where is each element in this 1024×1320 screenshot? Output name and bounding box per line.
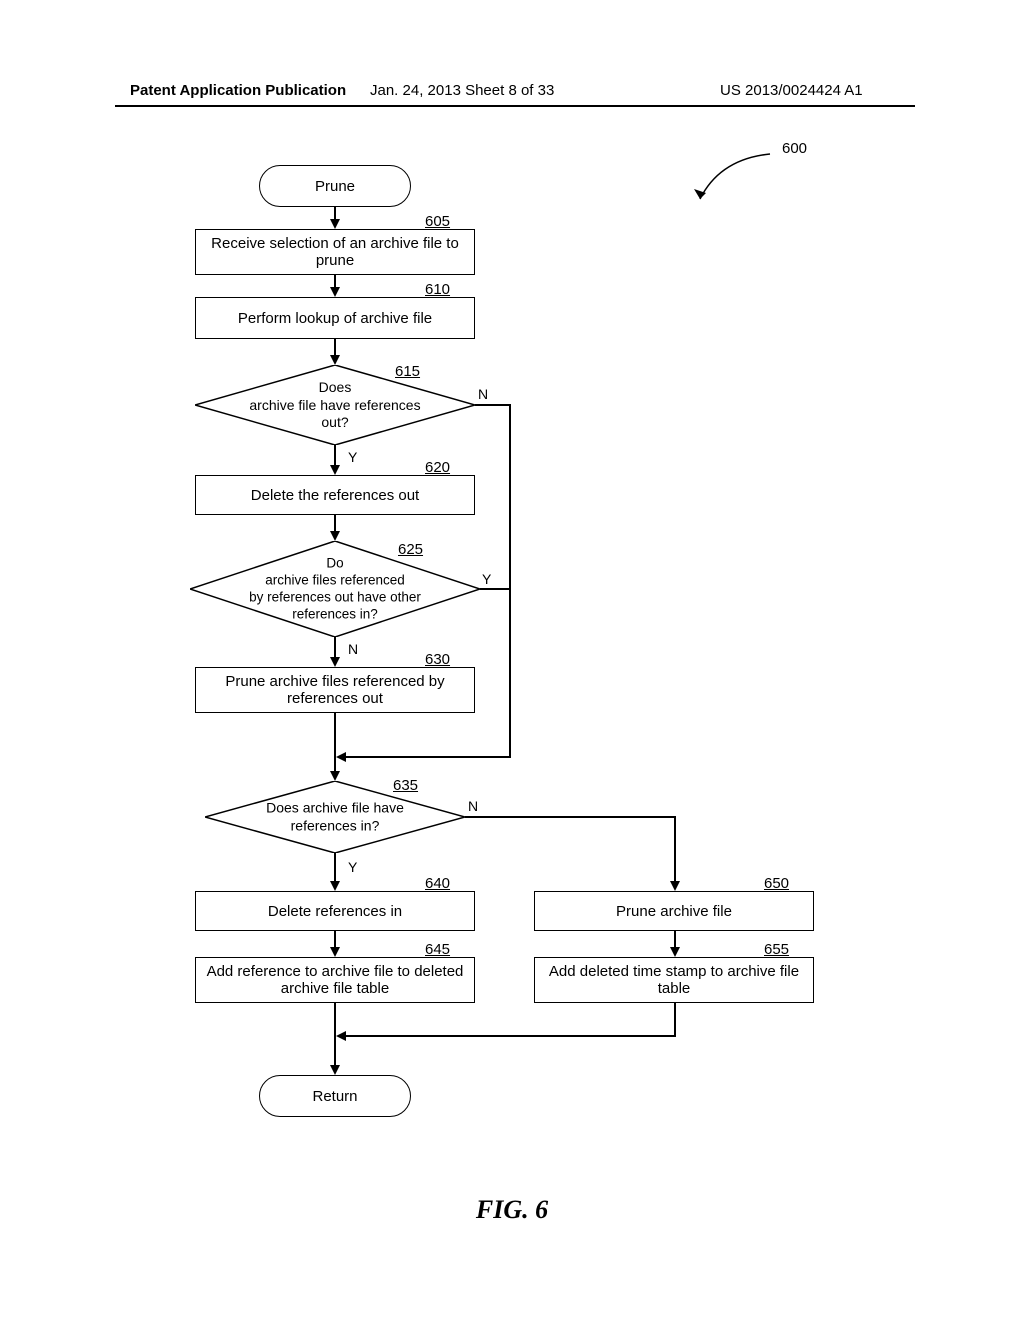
d625-l2: archive files referenced	[265, 572, 405, 587]
ref-610: 610	[425, 281, 450, 298]
d635-l1: Does archive file have	[266, 800, 404, 816]
process-620-text: Delete the references out	[251, 487, 419, 504]
ref-625: 625	[398, 541, 423, 558]
ref-620: 620	[425, 459, 450, 476]
ref-600: 600	[782, 140, 807, 157]
arrow	[345, 756, 511, 758]
arrow-head-icon	[330, 355, 340, 365]
arrow	[334, 853, 336, 883]
d615-l2: archive file have references	[249, 396, 420, 412]
process-630-text: Prune archive files referenced by refere…	[204, 673, 466, 707]
ref-640: 640	[425, 875, 450, 892]
arrow	[334, 637, 336, 659]
process-640-text: Delete references in	[268, 903, 402, 920]
arrow-head-icon	[670, 881, 680, 891]
label-y: Y	[348, 449, 357, 465]
arrow	[465, 816, 676, 818]
d615-l3: out?	[321, 414, 348, 430]
arrow-head-icon	[330, 947, 340, 957]
terminal-return: Return	[259, 1075, 411, 1117]
ref-630: 630	[425, 651, 450, 668]
arrow	[475, 404, 511, 406]
arrow-head-icon	[336, 1031, 346, 1041]
arrow	[334, 445, 336, 467]
label-n: N	[468, 798, 478, 814]
ref-615: 615	[395, 363, 420, 380]
arrow-head-icon	[330, 531, 340, 541]
label-n: N	[348, 641, 358, 657]
arrow-head-icon	[330, 771, 340, 781]
ref-605: 605	[425, 213, 450, 230]
process-610: Perform lookup of archive file	[195, 297, 475, 339]
process-630: Prune archive files referenced by refere…	[195, 667, 475, 713]
page-header: Patent Application Publication Jan. 24, …	[0, 82, 1024, 99]
ref-635: 635	[393, 777, 418, 794]
arrow-head-icon	[330, 657, 340, 667]
arrow	[674, 1003, 676, 1037]
label-y: Y	[348, 859, 357, 875]
figure-caption: FIG. 6	[0, 1195, 1024, 1225]
d625-l3: by references out have other	[249, 589, 421, 604]
process-655-text: Add deleted time stamp to archive file t…	[543, 963, 805, 997]
header-right: US 2013/0024424 A1	[720, 82, 863, 99]
process-605-text: Receive selection of an archive file to …	[204, 235, 466, 269]
arrow	[509, 404, 511, 758]
ref-645: 645	[425, 941, 450, 958]
d625-l1: Do	[326, 555, 343, 570]
terminal-return-text: Return	[312, 1088, 357, 1105]
terminal-start-text: Prune	[315, 178, 355, 195]
d615-l1: Does	[319, 379, 352, 395]
arrow-head-icon	[330, 1065, 340, 1075]
label-n: N	[478, 386, 488, 402]
arrow	[334, 713, 336, 773]
arrow-head-icon	[330, 287, 340, 297]
ref-655: 655	[764, 941, 789, 958]
ref-650: 650	[764, 875, 789, 892]
ref-600-pointer	[690, 149, 780, 214]
terminal-start: Prune	[259, 165, 411, 207]
arrow-head-icon	[330, 881, 340, 891]
process-650-text: Prune archive file	[616, 903, 732, 920]
arrow	[674, 816, 676, 883]
decision-635: Does archive file have references in?	[205, 781, 465, 853]
process-605: Receive selection of an archive file to …	[195, 229, 475, 275]
d625-l4: references in?	[292, 606, 378, 621]
header-center: Jan. 24, 2013 Sheet 8 of 33	[370, 82, 554, 99]
arrow-head-icon	[670, 947, 680, 957]
process-620: Delete the references out	[195, 475, 475, 515]
arrow	[480, 588, 511, 590]
arrow-head-icon	[330, 219, 340, 229]
header-rule	[115, 105, 915, 107]
d635-l2: references in?	[291, 817, 380, 833]
decision-615: Does archive file have references out?	[195, 365, 475, 445]
process-645: Add reference to archive file to deleted…	[195, 957, 475, 1003]
decision-625: Do archive files referenced by reference…	[190, 541, 480, 637]
arrow-head-icon	[330, 465, 340, 475]
flowchart: 600 Prune Receive selection of an archiv…	[0, 155, 1024, 1255]
process-650: Prune archive file	[534, 891, 814, 931]
process-610-text: Perform lookup of archive file	[238, 310, 432, 327]
arrow	[345, 1035, 676, 1037]
process-640: Delete references in	[195, 891, 475, 931]
label-y: Y	[482, 571, 491, 587]
process-655: Add deleted time stamp to archive file t…	[534, 957, 814, 1003]
arrow-head-icon	[336, 752, 346, 762]
process-645-text: Add reference to archive file to deleted…	[204, 963, 466, 997]
header-left: Patent Application Publication	[130, 82, 346, 99]
